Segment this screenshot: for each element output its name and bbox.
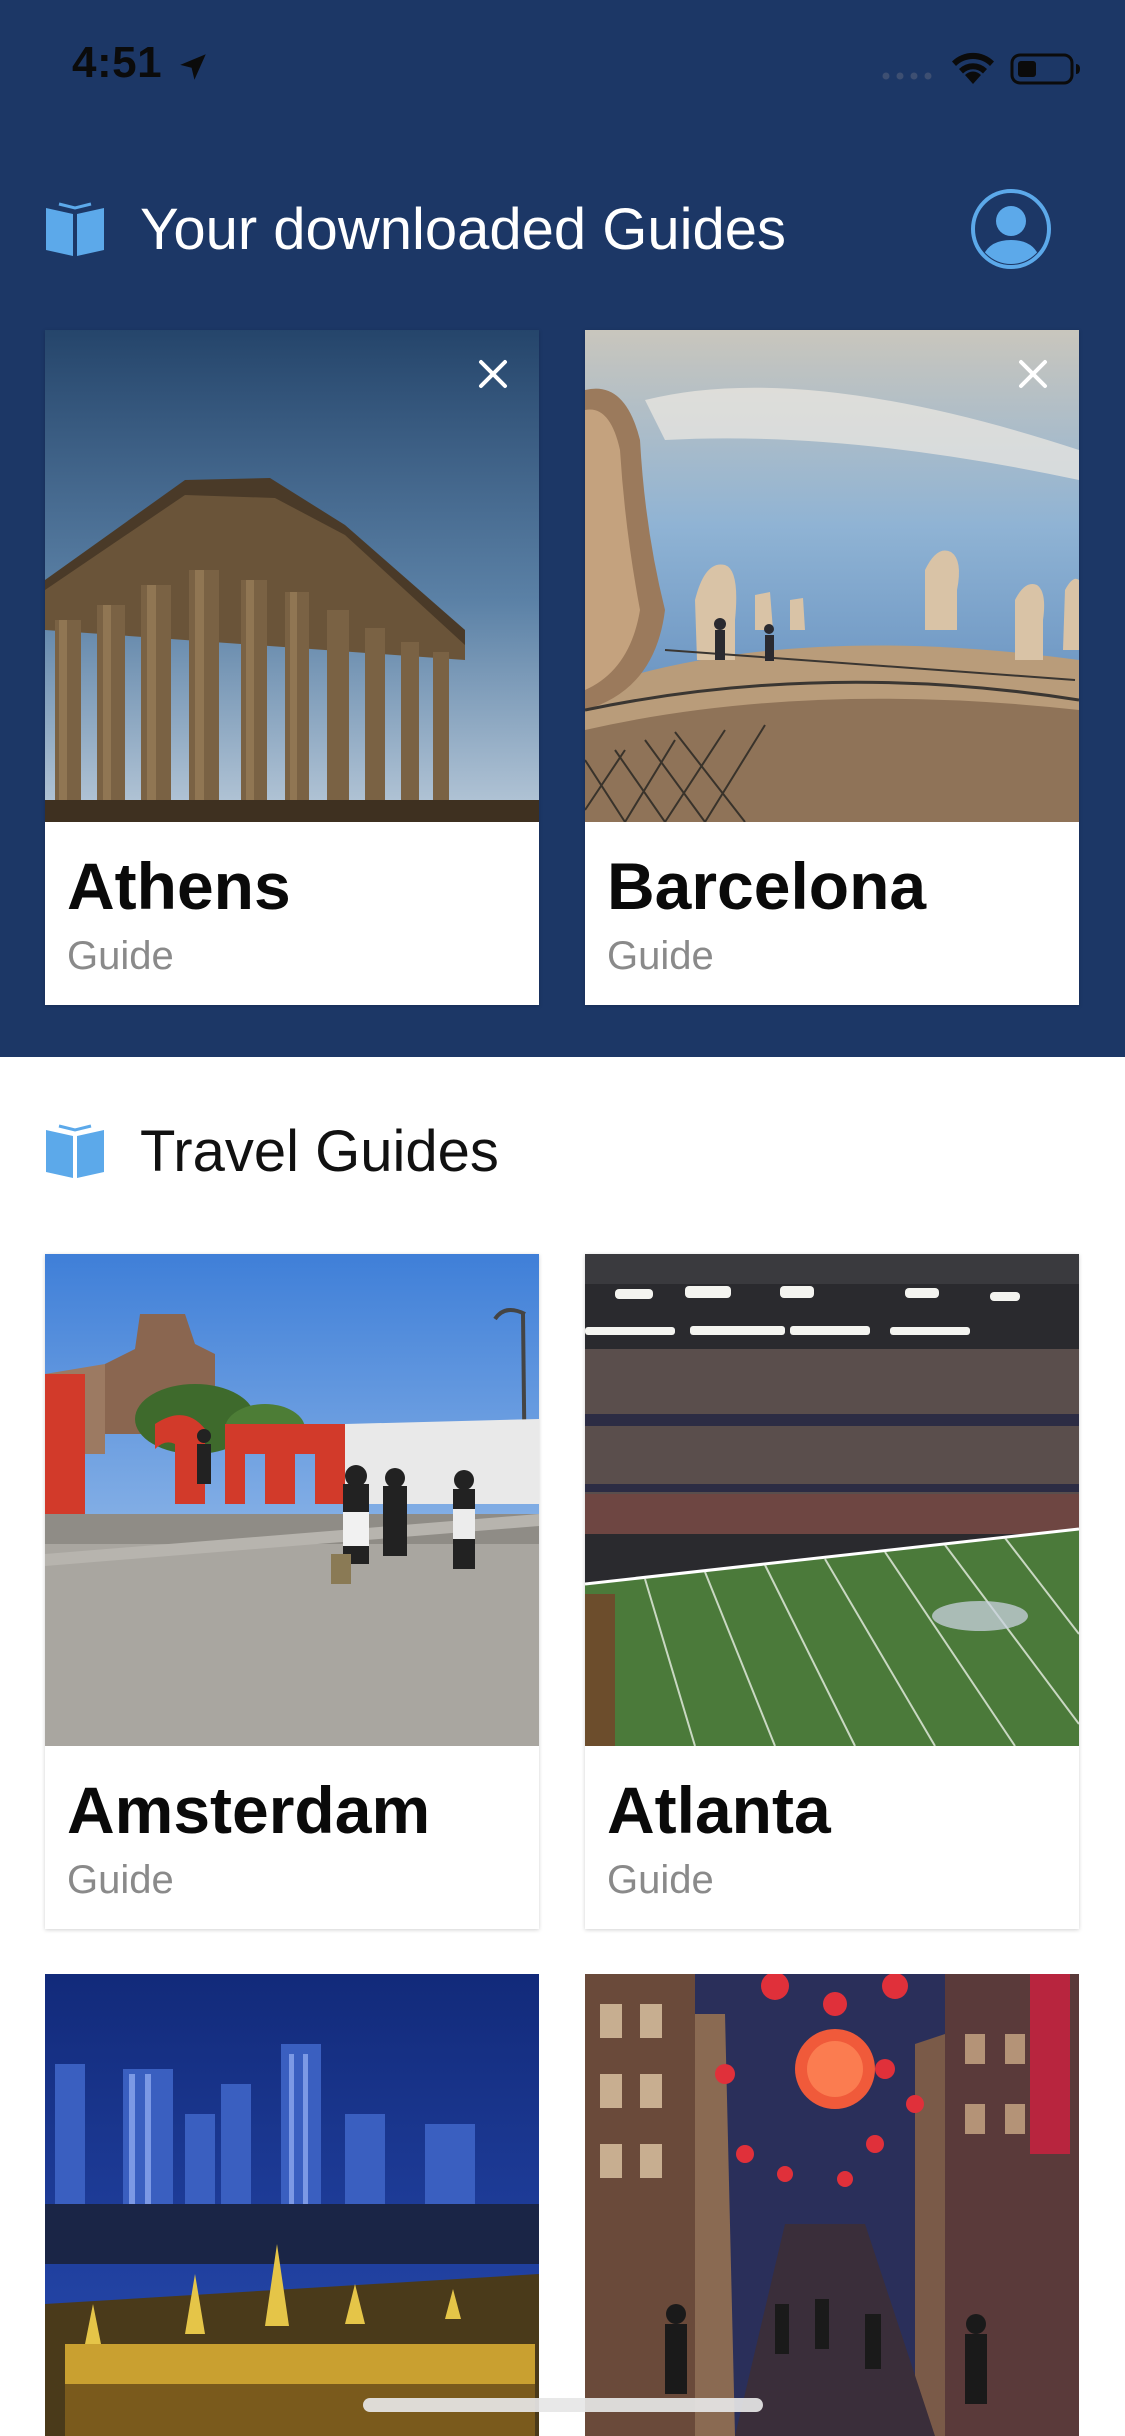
barcelona-photo xyxy=(585,330,1079,822)
remove-download-icon[interactable] xyxy=(473,354,513,394)
guide-card-amsterdam[interactable]: Amsterdam Guide xyxy=(45,1254,539,1929)
lantern-street-photo xyxy=(585,1974,1079,2436)
profile-icon[interactable] xyxy=(970,188,1052,270)
battery-icon xyxy=(1010,53,1080,85)
downloaded-guides-title: Your downloaded Guides xyxy=(140,197,787,262)
guide-label: Guide xyxy=(607,1858,714,1902)
status-bar: 4:51 xyxy=(0,0,1125,140)
downloaded-guides-header: Your downloaded Guides xyxy=(0,180,1125,280)
guide-label: Guide xyxy=(607,934,714,978)
book-icon xyxy=(46,1124,104,1178)
athens-photo xyxy=(45,330,539,822)
wifi-icon xyxy=(952,52,994,84)
guide-city-name: Amsterdam xyxy=(67,1773,431,1847)
guide-card-night-skyline[interactable] xyxy=(45,1974,539,2436)
guide-card-lantern-street[interactable] xyxy=(585,1974,1079,2436)
amsterdam-photo xyxy=(45,1254,539,1746)
night-skyline-photo xyxy=(45,1974,539,2436)
cellular-signal-icon xyxy=(882,72,932,80)
status-time: 4:51 xyxy=(72,38,163,87)
guide-card-athens[interactable]: Athens Guide xyxy=(45,330,539,1005)
guide-card-barcelona[interactable]: Barcelona Guide xyxy=(585,330,1079,1005)
travel-guides-title: Travel Guides xyxy=(140,1119,499,1184)
guide-label: Guide xyxy=(67,934,174,978)
remove-download-icon[interactable] xyxy=(1013,354,1053,394)
location-arrow-icon xyxy=(180,54,206,80)
home-indicator[interactable] xyxy=(363,2398,763,2412)
guide-city-name: Athens xyxy=(67,849,291,923)
guide-city-name: Atlanta xyxy=(607,1773,831,1847)
book-icon xyxy=(46,202,104,256)
guide-city-name: Barcelona xyxy=(607,849,927,923)
atlanta-photo xyxy=(585,1254,1079,1746)
guide-card-atlanta[interactable]: Atlanta Guide xyxy=(585,1254,1079,1929)
travel-guides-header: Travel Guides xyxy=(0,1102,1125,1202)
guide-label: Guide xyxy=(67,1858,174,1902)
